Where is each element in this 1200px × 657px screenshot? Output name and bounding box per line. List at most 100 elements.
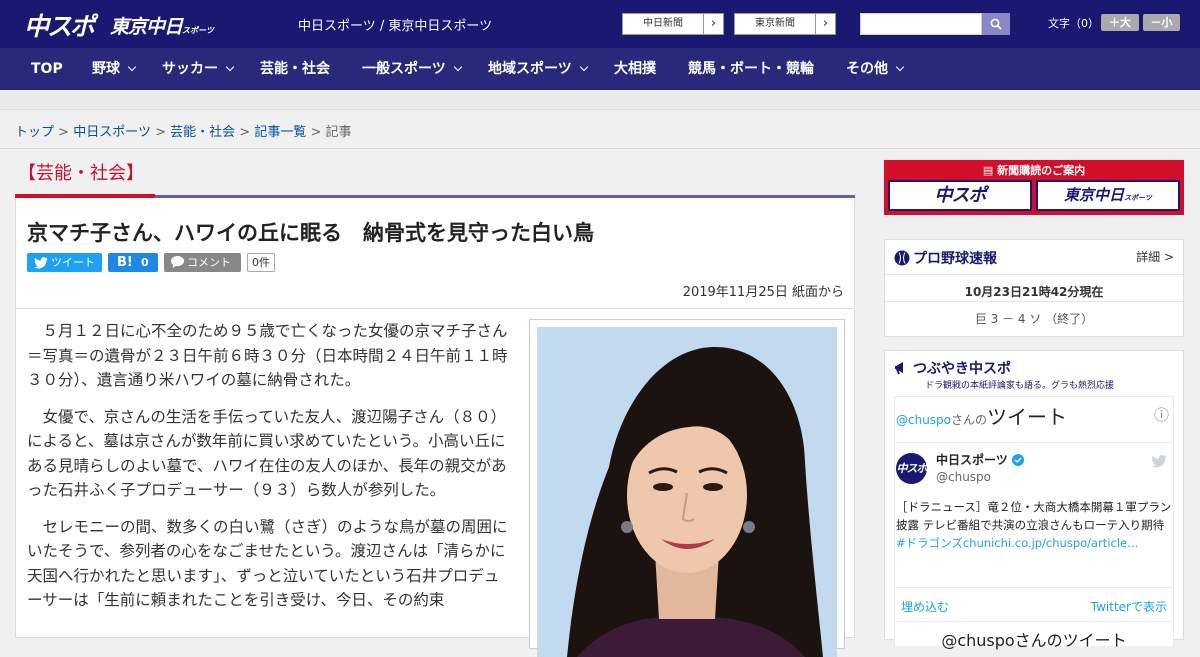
font-bigger-button[interactable]: ＋大 (1101, 14, 1139, 31)
avatar[interactable]: 中スポ (896, 453, 928, 484)
font-smaller-button[interactable]: －小 (1143, 14, 1180, 31)
timeline-header: @chuspoさんのツイート (896, 401, 1067, 430)
article-paragraph: セレモニーの間、数多くの白い鷺（さぎ）のような鳥が墓の周囲にいたそうで、参列者の… (27, 517, 508, 610)
subscription-chuspo-logo[interactable]: 中スポ (888, 180, 1032, 211)
chevron-down-icon (895, 62, 905, 72)
article-divider (16, 308, 854, 309)
baseball-updated-time: 10月23日21時42分現在 (964, 285, 1104, 299)
baseball-score-widget: プロ野球速報 詳細 > 10月23日21時42分現在 巨 3 － 4 ソ （終了… (884, 239, 1184, 337)
baseball-score[interactable]: 巨 3 － 4 ソ （終了） (885, 310, 1183, 327)
breadcrumb-article-list[interactable]: 記事一覧 (254, 125, 306, 140)
search-button[interactable] (982, 13, 1010, 35)
chunichi-shimbun-label: 中日新聞 (643, 18, 683, 29)
chevron-down-icon (453, 62, 462, 72)
verified-badge-icon (1011, 454, 1024, 466)
timeline-footer: 埋め込む Twitterで表示 (895, 587, 1173, 625)
search-input[interactable] (860, 13, 982, 35)
info-icon[interactable]: ⓘ (1154, 404, 1169, 425)
article-paragraph: ５月１２日に心不全のため９５歳で亡くなった女優の京マチ子さん＝写真＝の遺骨が２３… (27, 322, 508, 389)
nav-item-baseball[interactable]: 野球 (92, 48, 137, 90)
tweet-user-handle[interactable]: @chuspo (936, 470, 991, 484)
breadcrumb: トップ > 中日スポーツ > 芸能・社会 > 記事一覧 > 記事 (15, 121, 352, 140)
tweet-user-name[interactable]: 中日スポーツ (936, 451, 1024, 468)
breadcrumb-chuspo[interactable]: 中日スポーツ (73, 125, 151, 140)
twitter-bird-icon (34, 257, 48, 269)
subscription-title: ▤ 新聞購読のご案内 (884, 162, 1184, 178)
breadcrumb-current: 記事 (325, 125, 352, 140)
newspaper-icon: ▤ (982, 164, 998, 177)
nav-label: 競馬・ボート・競輪 (688, 61, 814, 77)
nav-label: その他 (846, 61, 888, 77)
breadcrumb-separator: > (155, 125, 166, 140)
embed-link[interactable]: 埋め込む (901, 598, 949, 615)
comment-label: コメント (187, 256, 231, 269)
breadcrumb-separator: > (58, 125, 70, 140)
nav-item-other[interactable]: その他 (846, 48, 905, 90)
search-icon (990, 18, 1002, 30)
twitter-bird-icon[interactable] (1151, 455, 1167, 468)
tweet-label: ツイート (51, 256, 95, 269)
twitter-widget: つぶやき中スポ ドラ観戦の本紙評論家も語る。グラも熱烈応援 @chuspoさんの… (884, 350, 1184, 650)
nav-label: 一般スポーツ (362, 61, 446, 77)
nav-label: 芸能・社会 (260, 61, 330, 77)
baseball-widget-title-text: プロ野球速報 (913, 251, 997, 267)
nav-label: 野球 (92, 61, 120, 77)
tokyo-shimbun-button[interactable]: 東京新聞 › (734, 13, 836, 35)
nav-label: 地域スポーツ (488, 61, 572, 77)
twitter-timeline: @chuspoさんのツイート ⓘ 中スポ 中日スポーツ @chuspo ［ドラニ… (894, 396, 1174, 650)
nav-label: TOP (31, 61, 63, 77)
baseball-widget-title: プロ野球速報 (894, 248, 997, 268)
site-header: 中スポ 東京中日スポーツ 中日スポーツ / 東京中日スポーツ 中日新聞 › 東京… (0, 0, 1200, 48)
breadcrumb-divider (0, 148, 1200, 149)
subscription-tokyo-text: 東京中日 (1064, 186, 1125, 204)
article-body: ５月１２日に心不全のため９５歳で亡くなった女優の京マチ子さん＝写真＝の遺骨が２３… (27, 319, 510, 625)
nav-item-local-sports[interactable]: 地域スポーツ (488, 48, 588, 90)
subscription-tokyo-logo[interactable]: 東京中日スポーツ (1036, 180, 1180, 211)
comment-bubble-icon (171, 256, 184, 268)
header-tagline: 中日スポーツ / 東京中日スポーツ (298, 19, 493, 34)
widget-divider (885, 274, 1183, 275)
tweet-user-name-text: 中日スポーツ (936, 453, 1008, 467)
nav-item-top[interactable]: TOP (31, 48, 63, 90)
subscription-tokyo-small: スポーツ (1124, 194, 1152, 202)
font-size-label: 文字（0） (1048, 17, 1099, 30)
breadcrumb-separator: > (310, 125, 322, 140)
nav-item-racing[interactable]: 競馬・ボート・競輪 (688, 48, 814, 90)
hatena-bookmark-button[interactable]: B! 0 (108, 253, 158, 272)
article-photo[interactable] (537, 327, 837, 657)
timeline-handle-suffix: さんの (951, 413, 988, 427)
baseball-icon (894, 250, 910, 266)
nav-item-soccer[interactable]: サッカー (162, 48, 235, 90)
chunichi-shimbun-button[interactable]: 中日新聞 › (622, 13, 724, 35)
widget-divider (885, 301, 1183, 302)
breadcrumb-entertainment[interactable]: 芸能・社会 (170, 125, 235, 140)
megaphone-icon (895, 362, 903, 375)
comment-button[interactable]: コメント (164, 253, 241, 272)
breadcrumb-top[interactable]: トップ (15, 125, 54, 140)
timeline-footer-title: @chuspoさんのツイート (941, 631, 1127, 650)
section-title: 【芸能・社会】 (18, 163, 144, 184)
article-date: 2019年11月25日 紙面から (682, 285, 844, 300)
subscription-banner[interactable]: ▤ 新聞購読のご案内 中スポ 東京中日スポーツ (884, 160, 1184, 215)
subscription-title-text: 新聞購読のご案内 (997, 164, 1086, 177)
timeline-handle[interactable]: @chuspo (896, 413, 951, 427)
main-nav: TOP 野球 サッカー 芸能・社会 一般スポーツ 地域スポーツ 大相撲 競馬・ボ… (0, 48, 1200, 90)
hatena-count: 0 (141, 256, 149, 269)
tokyo-shimbun-label: 東京新聞 (755, 18, 795, 29)
baseball-detail-link[interactable]: 詳細 > (1136, 248, 1174, 265)
nav-item-entertainment[interactable]: 芸能・社会 (260, 48, 330, 90)
breadcrumb-separator: > (239, 125, 251, 140)
tokyo-chunichi-logo[interactable]: 東京中日スポーツ (110, 12, 214, 39)
view-on-twitter-link[interactable]: Twitterで表示 (1091, 598, 1167, 615)
tweet-text: ［ドラニュース］竜２位・大商大橋本開幕１軍プラン披露 テレビ番組で共演の立浪さん… (896, 498, 1172, 552)
tweet-button[interactable]: ツイート (27, 253, 102, 272)
chuspo-logo[interactable]: 中スポ (24, 7, 95, 43)
nav-item-general-sports[interactable]: 一般スポーツ (362, 48, 462, 90)
nav-item-sumo[interactable]: 大相撲 (614, 48, 656, 90)
chevron-right-icon: › (815, 14, 835, 34)
timeline-tweets-word: ツイート (987, 405, 1068, 429)
article: 京マチ子さん、ハワイの丘に眠る 納骨式を見守った白い鳥 ツイート B! 0 コメ… (15, 198, 855, 657)
chevron-down-icon (579, 62, 588, 72)
tweet-link[interactable]: #ドラゴンズchunichi.co.jp/chuspo/article… (896, 536, 1139, 550)
twitter-widget-subtitle: ドラ観戦の本紙評論家も語る。グラも熱烈応援 (925, 381, 1115, 391)
